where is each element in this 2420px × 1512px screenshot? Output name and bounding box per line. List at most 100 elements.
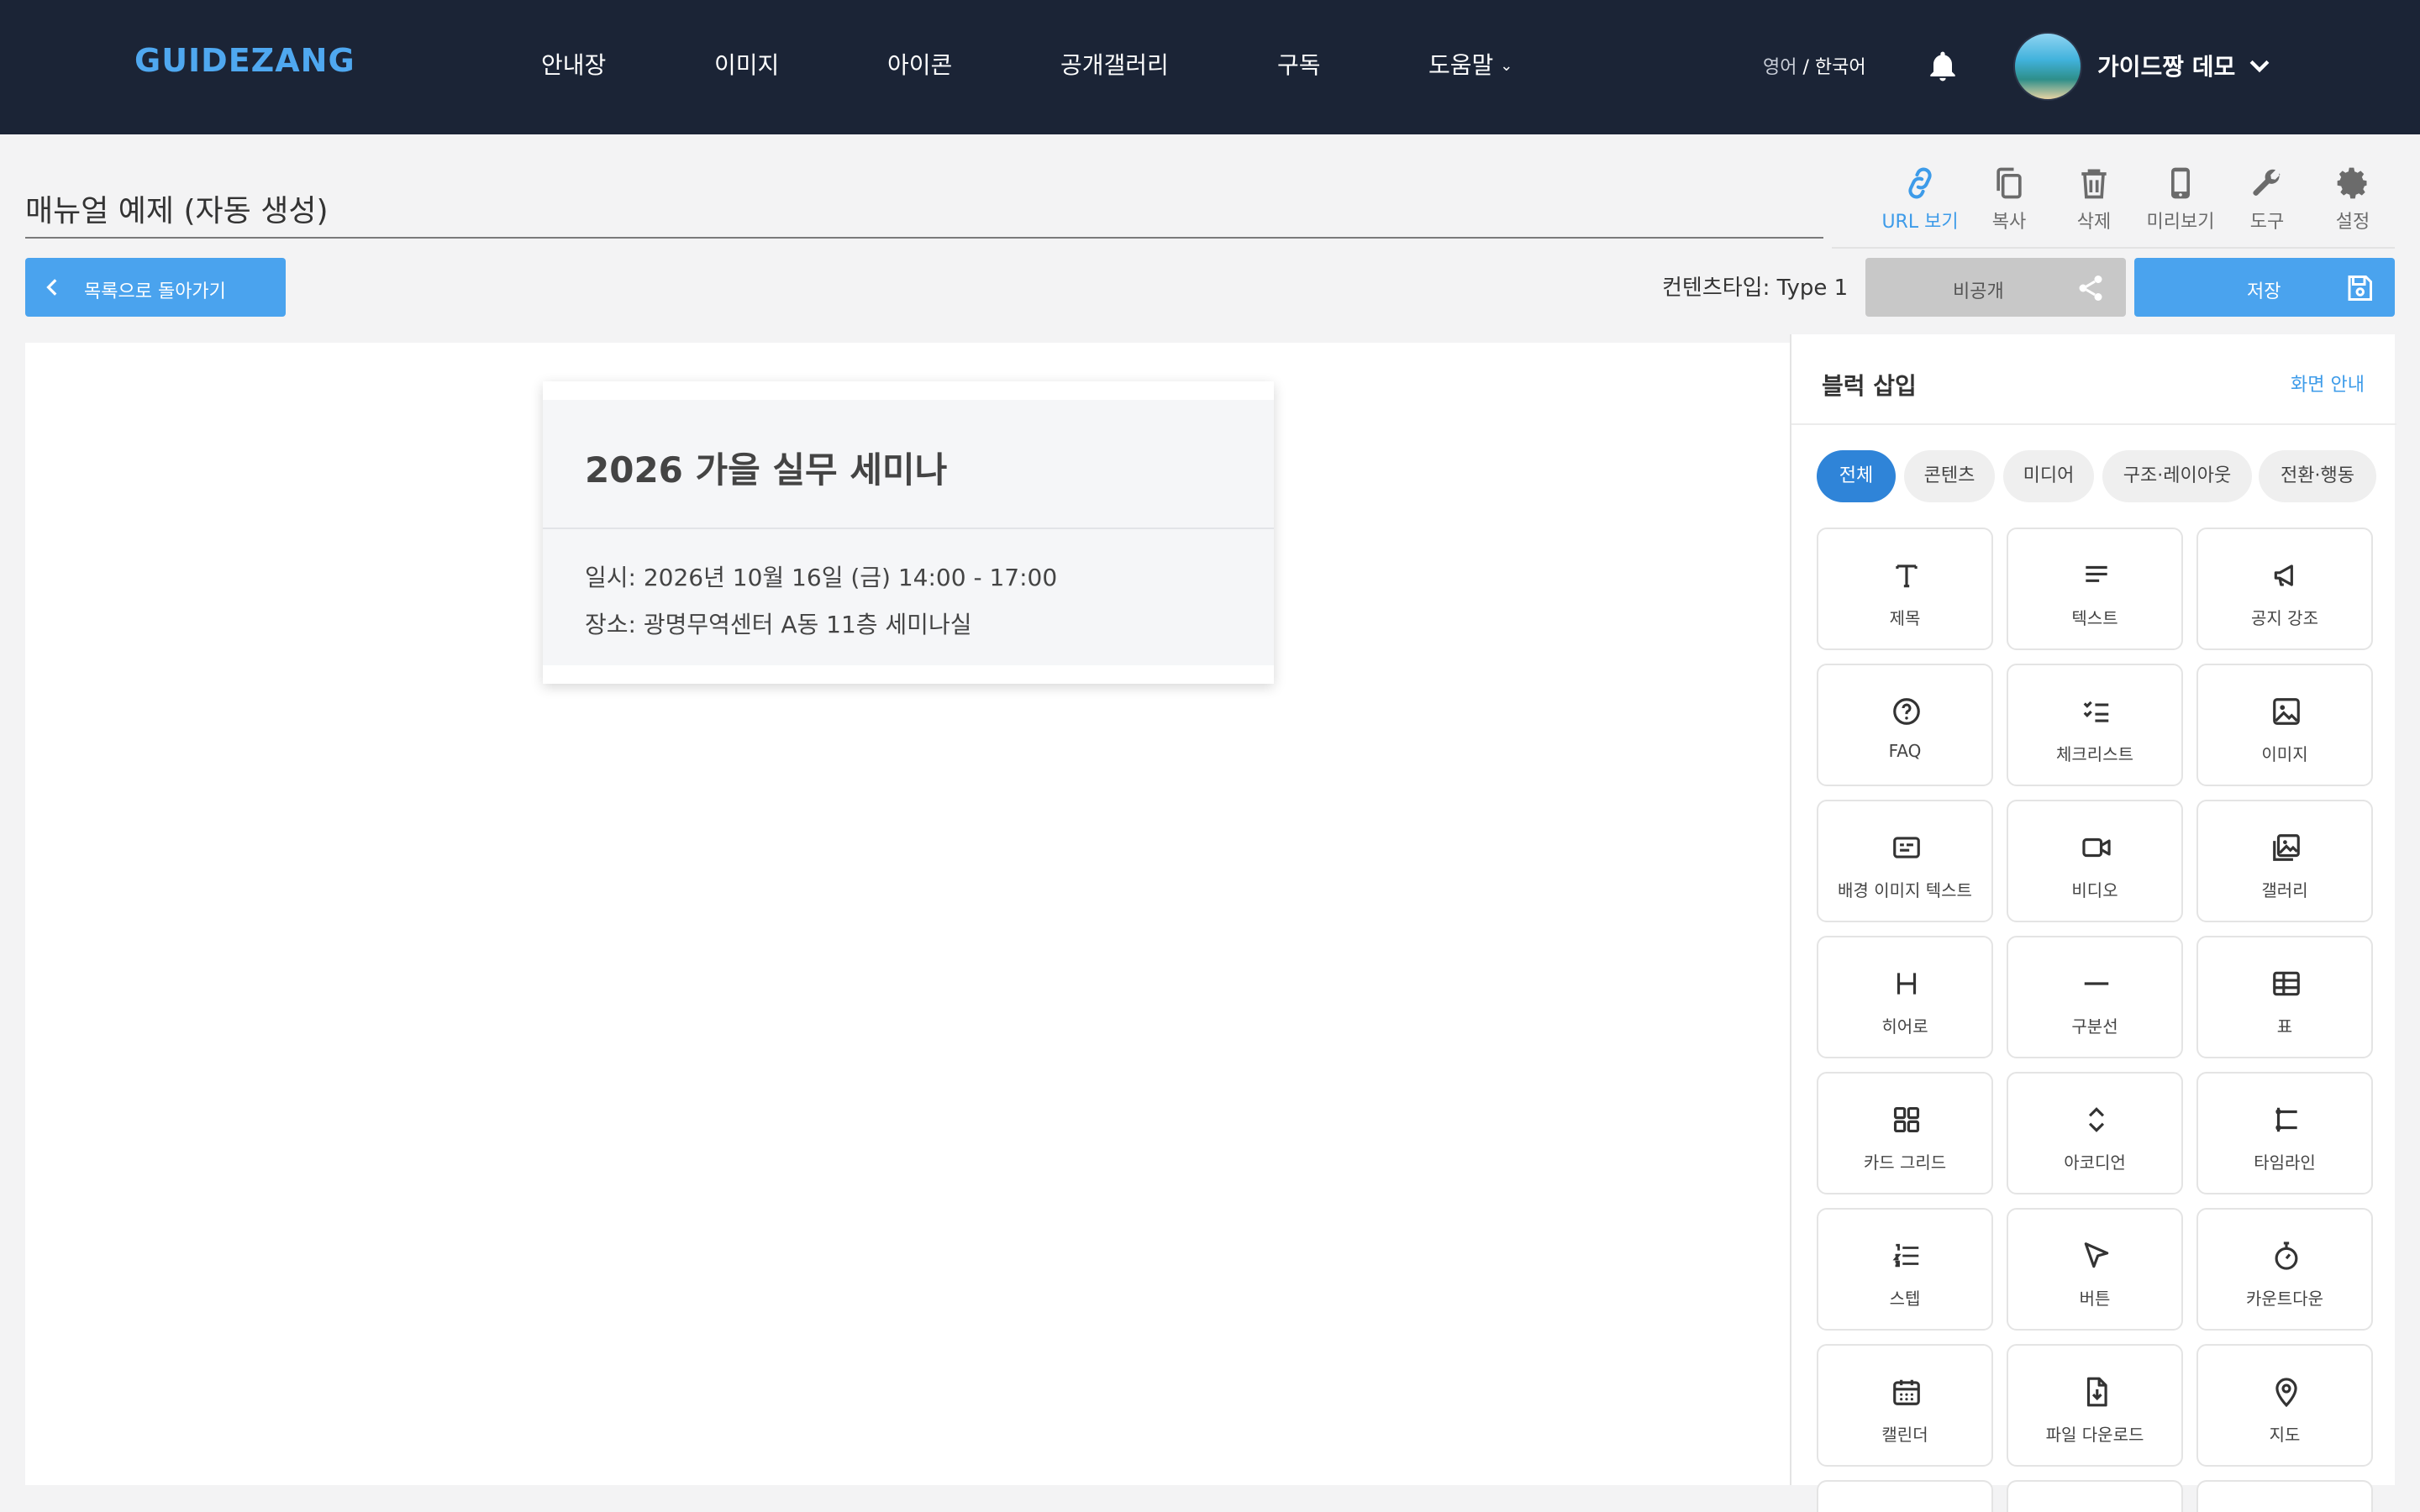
nav-item-label: 공개갤러리 bbox=[1060, 51, 1169, 79]
block-tile-label: 구분선 bbox=[2071, 1016, 2118, 1037]
preview-button[interactable]: 미리보기 bbox=[2139, 165, 2223, 234]
tab-conversion-action[interactable]: 전환·행동 bbox=[2259, 450, 2376, 502]
block-text-line[interactable]: 장소: 광명무역센터 A동 11층 세미나실 bbox=[585, 606, 971, 640]
language-option-korean[interactable]: 한국어 bbox=[1815, 57, 1866, 78]
language-option-english[interactable]: 영어 bbox=[1763, 57, 1797, 78]
block-countdown-tile[interactable]: 카운트다운 bbox=[2196, 1208, 2373, 1331]
block-image-tile[interactable]: 이미지 bbox=[2196, 664, 2373, 786]
nav-item-help[interactable]: 도움말 ⌄ bbox=[1428, 47, 1512, 81]
image-icon bbox=[2273, 698, 2300, 725]
screen-guide-link[interactable]: 화면 안내 bbox=[2291, 370, 2365, 396]
nav-item-label: 이미지 bbox=[714, 51, 780, 79]
steps-icon bbox=[1892, 1243, 1919, 1268]
block-gallery-tile[interactable]: 갤러리 bbox=[2196, 800, 2373, 922]
block-card-grid-tile[interactable]: 카드 그리드 bbox=[1817, 1072, 1993, 1194]
video-icon bbox=[2082, 837, 2111, 858]
block-tile-label: 배경 이미지 텍스트 bbox=[1838, 880, 1972, 900]
block-tile-label: 공지 강조 bbox=[2251, 608, 2318, 628]
chevron-left-icon bbox=[46, 279, 57, 296]
block-text-line[interactable]: 일시: 2026년 10월 16일 (금) 14:00 - 17:00 bbox=[585, 559, 1057, 593]
cursor-icon bbox=[2084, 1242, 2109, 1268]
save-icon bbox=[2348, 276, 2372, 301]
top-navigation-bar: GUIDEZANG 안내장 이미지 아이콘 공개갤러리 구독 도움말 ⌄ 영어 /… bbox=[0, 0, 2420, 134]
toolbar-label: 미리보기 bbox=[2146, 212, 2215, 233]
block-steps-tile[interactable]: 스텝 bbox=[1817, 1208, 1993, 1331]
event-info-block[interactable]: 2026 가을 실무 세미나 일시: 2026년 10월 16일 (금) 14:… bbox=[543, 381, 1274, 684]
block-button-tile[interactable]: 버튼 bbox=[2007, 1208, 2183, 1331]
block-video-tile[interactable]: 비디오 bbox=[2007, 800, 2183, 922]
brand-logo[interactable]: GUIDEZANG bbox=[134, 42, 355, 79]
toolbar-label: 설정 bbox=[2335, 212, 2370, 233]
back-to-list-button[interactable]: 목록으로 돌아가기 bbox=[25, 258, 286, 317]
block-tile-label: 타임라인 bbox=[2254, 1152, 2316, 1173]
link-icon bbox=[1908, 167, 1932, 199]
chevron-down-icon[interactable] bbox=[2245, 52, 2274, 81]
nav-item-guide[interactable]: 안내장 bbox=[541, 47, 606, 81]
nav-item-label: 구독 bbox=[1277, 51, 1321, 79]
back-button-label: 목록으로 돌아가기 bbox=[84, 281, 226, 302]
block-notice-tile[interactable]: 공지 강조 bbox=[2196, 528, 2373, 650]
user-name[interactable]: 가이드짱 데모 bbox=[2097, 49, 2235, 82]
block-accordion-tile[interactable]: 아코디언 bbox=[2007, 1072, 2183, 1194]
block-tile-label: 체크리스트 bbox=[2056, 744, 2133, 764]
block-tile-label: 텍스트 bbox=[2071, 608, 2118, 628]
block-timeline-tile[interactable]: 타임라인 bbox=[2196, 1072, 2373, 1194]
trash-icon bbox=[2081, 169, 2107, 199]
copy-button[interactable]: 복사 bbox=[1967, 165, 2051, 234]
stopwatch-icon bbox=[2275, 1242, 2298, 1270]
settings-button[interactable]: 설정 bbox=[2311, 165, 2395, 234]
tab-all[interactable]: 전체 bbox=[1817, 450, 1896, 502]
nav-item-label: 안내장 bbox=[541, 51, 607, 79]
panel-divider bbox=[1791, 423, 2396, 425]
block-tile-label: 카드 그리드 bbox=[1863, 1152, 1947, 1173]
tab-media[interactable]: 미디어 bbox=[2003, 450, 2094, 502]
block-bg-image-text-tile[interactable]: 배경 이미지 텍스트 bbox=[1817, 800, 1993, 922]
copy-icon bbox=[1996, 167, 2022, 199]
block-insert-panel: 블럭 삽입 화면 안내 전체 콘텐츠 미디어 구조·레이아웃 전환·행동 제목 … bbox=[1790, 334, 2396, 1512]
table-icon bbox=[2273, 971, 2300, 996]
calendar-icon bbox=[1893, 1379, 1920, 1405]
share-icon bbox=[2079, 276, 2102, 301]
delete-button[interactable]: 삭제 bbox=[2052, 165, 2136, 234]
private-toggle-button[interactable]: 비공개 bbox=[1865, 258, 2126, 317]
language-switcher[interactable]: 영어 / 한국어 bbox=[1763, 52, 1866, 79]
tools-button[interactable]: 도구 bbox=[2225, 165, 2309, 234]
nav-item-subscribe[interactable]: 구독 bbox=[1277, 47, 1321, 81]
nav-item-images[interactable]: 이미지 bbox=[714, 47, 779, 81]
block-hero-tile[interactable]: 히어로 bbox=[1817, 936, 1993, 1058]
nav-item-public-gallery[interactable]: 공개갤러리 bbox=[1060, 47, 1169, 81]
block-tile-partial[interactable] bbox=[1817, 1480, 1993, 1512]
block-tile-partial[interactable] bbox=[2196, 1480, 2373, 1512]
block-tile-label: 파일 다운로드 bbox=[2045, 1425, 2144, 1445]
checklist-icon bbox=[2083, 701, 2109, 722]
divider-icon bbox=[2084, 982, 2109, 985]
bell-icon[interactable] bbox=[1924, 49, 1961, 86]
block-calendar-tile[interactable]: 캘린더 bbox=[1817, 1344, 1993, 1467]
private-button-label: 비공개 bbox=[1953, 281, 2004, 302]
block-title[interactable]: 2026 가을 실무 세미나 bbox=[585, 442, 947, 493]
block-tile-label: 갤러리 bbox=[2261, 880, 2308, 900]
block-tile-label: 제목 bbox=[1889, 608, 1921, 628]
block-checklist-tile[interactable]: 체크리스트 bbox=[2007, 664, 2183, 786]
editor-canvas[interactable]: 2026 가을 실무 세미나 일시: 2026년 10월 16일 (금) 14:… bbox=[25, 343, 1790, 1485]
document-title[interactable]: 매뉴얼 예제 (자동 생성) bbox=[25, 186, 329, 230]
text-icon bbox=[2086, 565, 2107, 582]
nav-item-label: 도움말 bbox=[1428, 51, 1494, 79]
nav-item-icons[interactable]: 아이콘 bbox=[887, 47, 952, 81]
user-avatar[interactable] bbox=[2013, 32, 2082, 101]
block-tile-partial[interactable] bbox=[2007, 1480, 2183, 1512]
tab-content[interactable]: 콘텐츠 bbox=[1904, 450, 1995, 502]
url-view-button[interactable]: URL 보기 bbox=[1878, 165, 1962, 234]
block-tile-label: 이미지 bbox=[2261, 744, 2308, 764]
wrench-icon bbox=[2253, 169, 2281, 196]
save-button[interactable]: 저장 bbox=[2134, 258, 2395, 317]
block-faq-tile[interactable]: FAQ bbox=[1817, 664, 1993, 786]
block-map-tile[interactable]: 지도 bbox=[2196, 1344, 2373, 1467]
block-title-tile[interactable]: 제목 bbox=[1817, 528, 1993, 650]
block-tile-label: 스텝 bbox=[1889, 1289, 1921, 1309]
block-text-tile[interactable]: 텍스트 bbox=[2007, 528, 2183, 650]
block-divider-tile[interactable]: 구분선 bbox=[2007, 936, 2183, 1058]
block-file-download-tile[interactable]: 파일 다운로드 bbox=[2007, 1344, 2183, 1467]
tab-structure-layout[interactable]: 구조·레이아웃 bbox=[2102, 450, 2252, 502]
block-table-tile[interactable]: 표 bbox=[2196, 936, 2373, 1058]
